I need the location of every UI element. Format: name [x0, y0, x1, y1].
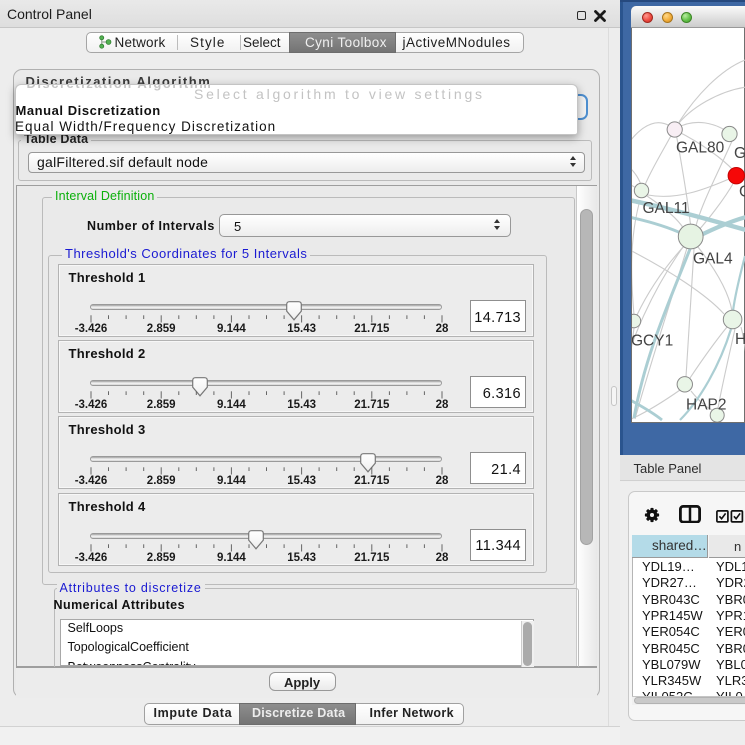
svg-text:CR: CR — [739, 184, 745, 201]
svg-text:GAL80: GAL80 — [676, 140, 725, 157]
svg-text:HAP2: HAP2 — [686, 397, 727, 414]
svg-text:GAL11: GAL11 — [643, 200, 690, 217]
svg-text:HA: HA — [735, 331, 745, 348]
svg-text:GAL4: GAL4 — [693, 251, 733, 268]
svg-text:GA: GA — [734, 145, 745, 162]
svg-text:GCY1: GCY1 — [632, 333, 673, 350]
